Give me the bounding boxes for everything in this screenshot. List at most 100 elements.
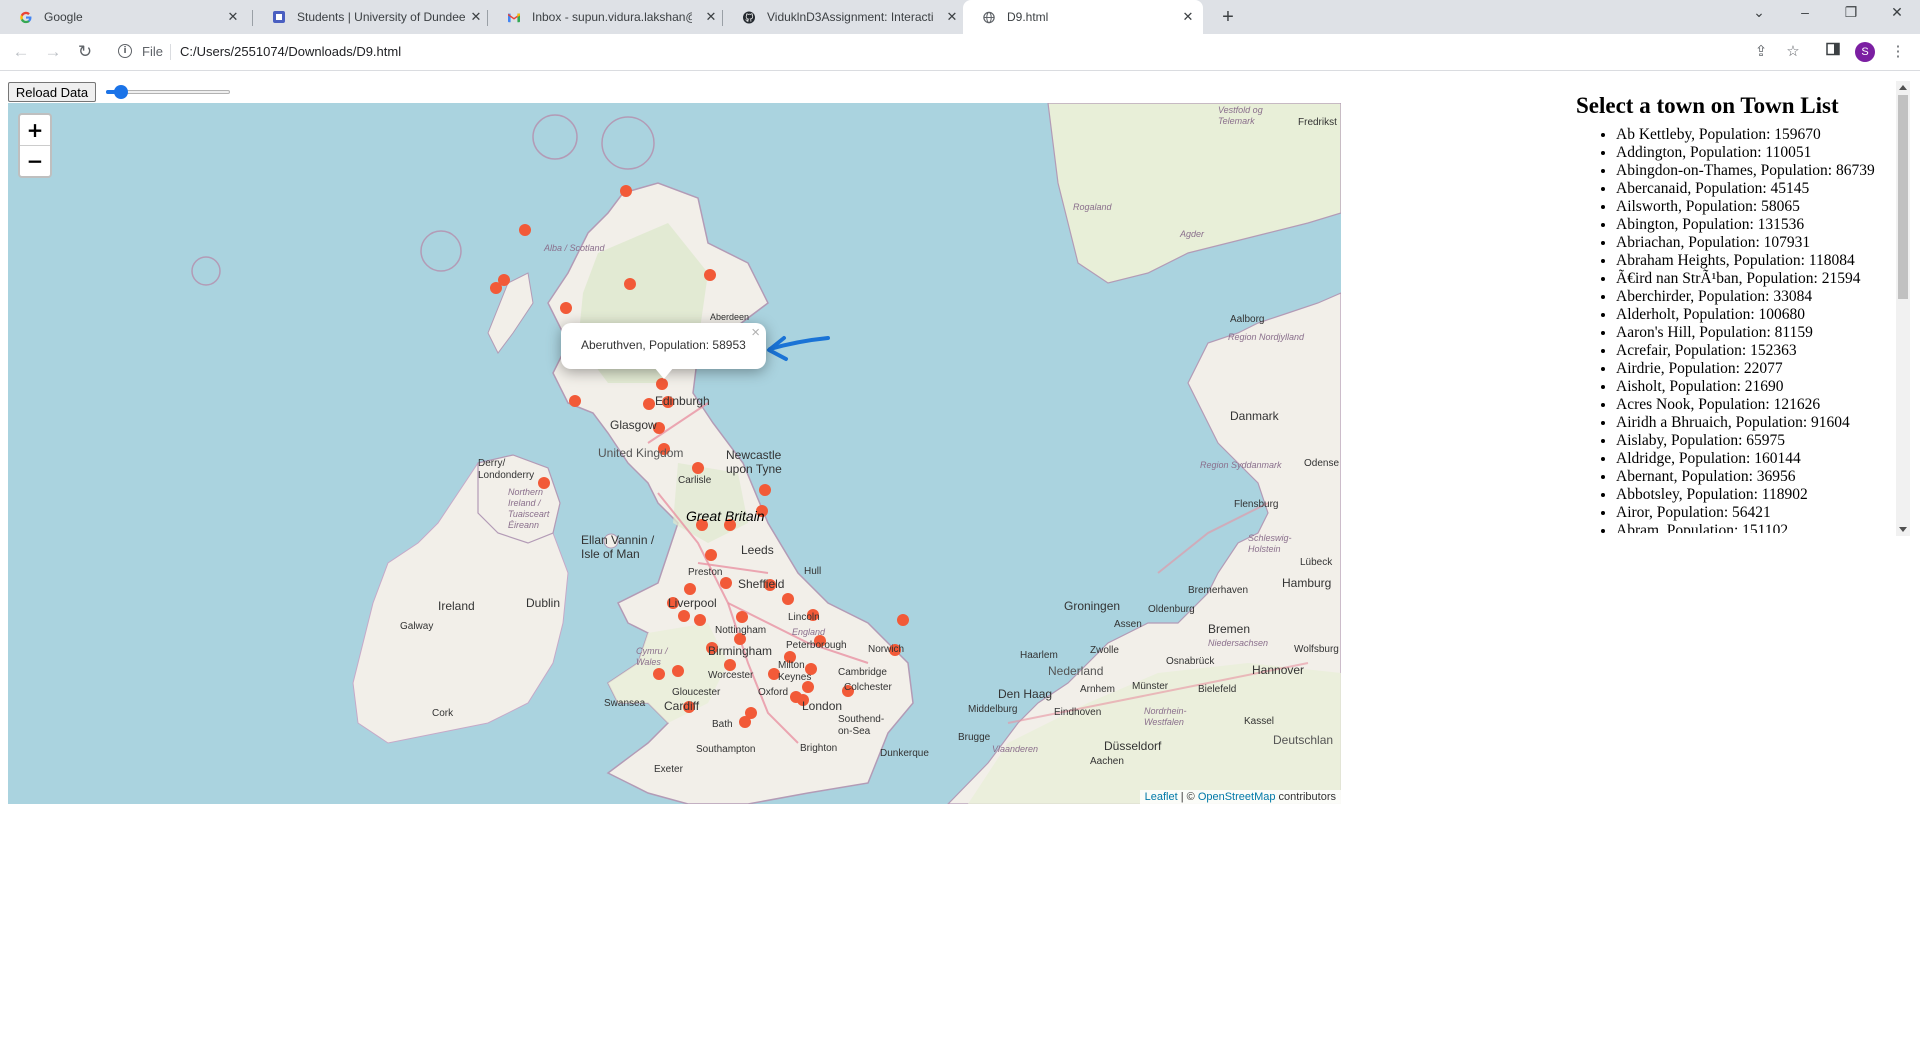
- share-icon[interactable]: ⇪: [1751, 42, 1771, 62]
- list-scrollbar[interactable]: [1896, 81, 1910, 536]
- new-tab-icon[interactable]: +: [1216, 5, 1240, 29]
- tab-strip: Google ✕ Students | University of Dundee…: [0, 0, 1920, 34]
- bookmark-star-icon[interactable]: ☆: [1783, 42, 1803, 62]
- zoom-in-button[interactable]: +: [20, 115, 50, 146]
- reload-icon[interactable]: ↻: [74, 41, 96, 63]
- town-marker: [569, 395, 581, 407]
- url-text[interactable]: C:/Users/2551074/Downloads/D9.html: [180, 44, 401, 59]
- osm-link[interactable]: OpenStreetMap: [1198, 791, 1276, 803]
- town-list-item[interactable]: Abbotsley, Population: 118902: [1616, 486, 1900, 504]
- town-list-item[interactable]: Abernant, Population: 36956: [1616, 468, 1900, 486]
- town-list-item[interactable]: Ailsworth, Population: 58065: [1616, 198, 1900, 216]
- slider-thumb[interactable]: [113, 85, 128, 99]
- town-marker: [764, 579, 776, 591]
- tab-gmail[interactable]: Inbox - supun.vidura.lakshan@gm ✕: [488, 0, 722, 34]
- town-marker: [498, 274, 510, 286]
- town-list-item[interactable]: Airdrie, Population: 22077: [1616, 360, 1900, 378]
- close-tab-icon[interactable]: ✕: [704, 9, 718, 25]
- profile-avatar[interactable]: S: [1855, 42, 1875, 62]
- town-list-item[interactable]: Airidh a Bhruaich, Population: 91604: [1616, 414, 1900, 432]
- town-list-item[interactable]: Abingdon-on-Thames, Population: 86739: [1616, 162, 1900, 180]
- town-list-item[interactable]: Aberchirder, Population: 33084: [1616, 288, 1900, 306]
- close-tab-icon[interactable]: ✕: [226, 9, 240, 25]
- town-marker: [814, 635, 826, 647]
- map[interactable]: Aberdeen Edinburgh Glasgow United Kingdo…: [8, 103, 1341, 804]
- town-marker: [768, 668, 780, 680]
- town-marker: [759, 484, 771, 496]
- browser-toolbar: ← → ↻ i File C:/Users/2551074/Downloads/…: [0, 34, 1920, 71]
- town-marker: [784, 651, 796, 663]
- tab-github[interactable]: ViduklnD3Assignment: Interacti ✕: [723, 0, 963, 34]
- tab-dundee[interactable]: Students | University of Dundee, » ✕: [253, 0, 487, 34]
- close-tab-icon[interactable]: ✕: [945, 9, 959, 25]
- town-marker: [692, 462, 704, 474]
- site-info-icon[interactable]: i: [118, 44, 132, 58]
- town-list-item[interactable]: Abraham Heights, Population: 118084: [1616, 252, 1900, 270]
- town-list-item[interactable]: Abriachan, Population: 107931: [1616, 234, 1900, 252]
- popup-tip: [654, 367, 674, 379]
- town-marker: [643, 398, 655, 410]
- zoom-control: + −: [18, 113, 52, 178]
- town-list-item[interactable]: Airor, Population: 56421: [1616, 504, 1900, 522]
- address-bar[interactable]: i File C:/Users/2551074/Downloads/D9.htm…: [110, 38, 1794, 66]
- town-marker: [805, 663, 817, 675]
- town-marker: [739, 716, 751, 728]
- town-list-item[interactable]: Aisholt, Population: 21690: [1616, 378, 1900, 396]
- reload-data-button[interactable]: Reload Data: [8, 82, 96, 102]
- tab-search-icon[interactable]: ⌄: [1744, 4, 1774, 21]
- map-tiles: [191, 103, 1341, 804]
- close-tab-icon[interactable]: ✕: [1181, 9, 1195, 25]
- town-marker: [538, 477, 550, 489]
- town-list-item[interactable]: Abercanaid, Population: 45145: [1616, 180, 1900, 198]
- town-marker: [683, 701, 695, 713]
- scheme-label: File: [142, 44, 163, 59]
- town-marker: [802, 681, 814, 693]
- town-list-item[interactable]: Aldridge, Population: 160144: [1616, 450, 1900, 468]
- scroll-up-icon[interactable]: [1899, 85, 1907, 90]
- town-list-item[interactable]: Abram, Population: 151102: [1616, 522, 1900, 533]
- town-list-item[interactable]: Acres Nook, Population: 121626: [1616, 396, 1900, 414]
- popup-close-icon[interactable]: ×: [751, 324, 760, 341]
- tab-google[interactable]: Google ✕: [0, 0, 252, 34]
- town-list-item[interactable]: Acrefair, Population: 152363: [1616, 342, 1900, 360]
- town-marker: [678, 610, 690, 622]
- address-separator: [170, 44, 171, 60]
- town-list-item[interactable]: Aaron's Hill, Population: 81159: [1616, 324, 1900, 342]
- minimize-icon[interactable]: –: [1790, 4, 1820, 20]
- forward-icon[interactable]: →: [42, 41, 64, 63]
- scroll-down-icon[interactable]: [1899, 527, 1907, 532]
- restore-icon[interactable]: ❐: [1836, 4, 1866, 21]
- town-marker: [705, 549, 717, 561]
- town-list-item[interactable]: Alderholt, Population: 100680: [1616, 306, 1900, 324]
- town-list-item[interactable]: Abington, Population: 131536: [1616, 216, 1900, 234]
- town-marker: [782, 593, 794, 605]
- gmail-icon: [508, 11, 520, 23]
- town-marker: [656, 378, 668, 390]
- town-list-item[interactable]: Ã€ird nan StrÃ¹ban, Population: 21594: [1616, 270, 1900, 288]
- town-list-item[interactable]: Addington, Population: 110051: [1616, 144, 1900, 162]
- close-tab-icon[interactable]: ✕: [469, 9, 483, 25]
- data-slider[interactable]: [104, 84, 232, 100]
- back-icon[interactable]: ←: [10, 41, 32, 63]
- side-panel-icon[interactable]: [1823, 42, 1843, 62]
- scrollbar-thumb[interactable]: [1898, 95, 1908, 299]
- globe-icon: [983, 11, 995, 23]
- zoom-out-button[interactable]: −: [20, 146, 50, 176]
- town-marker: [696, 519, 708, 531]
- town-marker: [667, 597, 679, 609]
- google-icon: [20, 11, 32, 23]
- tab-title: D9.html: [1007, 10, 1049, 24]
- tab-title: Inbox - supun.vidura.lakshan@gm: [532, 10, 692, 24]
- attribution-sep: | ©: [1177, 791, 1198, 803]
- menu-kebab-icon[interactable]: ⋮: [1888, 42, 1908, 62]
- close-window-icon[interactable]: ✕: [1882, 4, 1912, 21]
- town-list-item[interactable]: Aislaby, Population: 65975: [1616, 432, 1900, 450]
- town-marker: [653, 668, 665, 680]
- town-marker: [897, 614, 909, 626]
- tab-d9[interactable]: D9.html ✕: [963, 0, 1203, 34]
- dundee-icon: [273, 11, 285, 23]
- leaflet-link[interactable]: Leaflet: [1145, 791, 1178, 803]
- town-list-item[interactable]: Ab Kettleby, Population: 159670: [1616, 126, 1900, 144]
- town-marker: [620, 185, 632, 197]
- town-marker: [807, 609, 819, 621]
